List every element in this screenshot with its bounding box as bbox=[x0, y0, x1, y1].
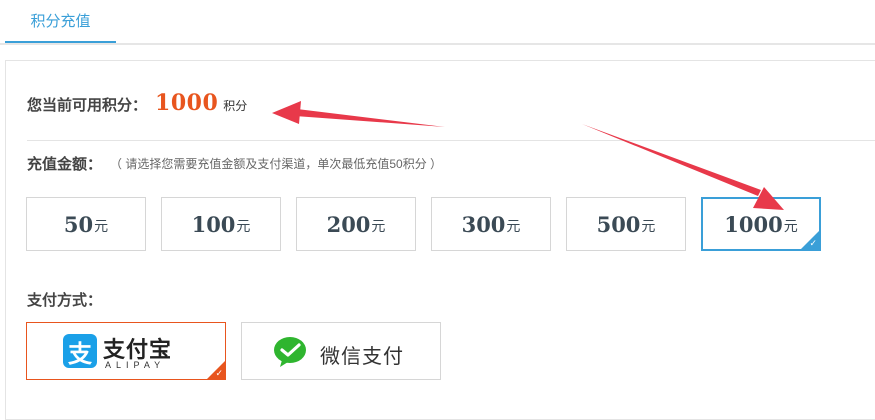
check-icon: ✓ bbox=[809, 238, 817, 248]
wechat-icon bbox=[274, 337, 306, 367]
amount-currency: 元 bbox=[641, 218, 656, 234]
recharge-amount-header: 充值金额： （ 请选择您需要充值金额及支付渠道，单次最低充值50积分 ） bbox=[27, 153, 442, 174]
amount-currency: 元 bbox=[371, 218, 386, 234]
check-icon: ✓ bbox=[215, 368, 223, 378]
payment-option-wechat[interactable]: 微信支付 bbox=[241, 322, 441, 380]
amount-option-100[interactable]: 100 元 bbox=[161, 197, 281, 251]
alipay-subtitle: ALIPAY bbox=[105, 360, 166, 370]
amount-number: 50 bbox=[63, 211, 94, 237]
amount-number: 200 bbox=[326, 211, 371, 237]
tab-bar: 积分充值 bbox=[0, 0, 875, 45]
amount-option-50[interactable]: 50 元 bbox=[26, 197, 146, 251]
amount-number: 500 bbox=[596, 211, 641, 237]
amount-option-200[interactable]: 200 元 bbox=[296, 197, 416, 251]
amount-number: 100 bbox=[191, 211, 236, 237]
amount-number: 300 bbox=[461, 211, 506, 237]
amount-option-1000[interactable]: 1000 元 ✓ bbox=[701, 197, 821, 251]
payment-option-alipay[interactable]: 支 支付宝 ALIPAY ✓ bbox=[26, 322, 226, 380]
current-points: 您当前可用积分： 1000 积分 bbox=[27, 90, 247, 120]
amount-option-500[interactable]: 500 元 bbox=[566, 197, 686, 251]
wechat-title: 微信支付 bbox=[320, 346, 404, 368]
amount-currency: 元 bbox=[94, 218, 109, 234]
amount-currency: 元 bbox=[236, 218, 251, 234]
payment-method-label: 支付方式： bbox=[27, 292, 103, 309]
amount-option-300[interactable]: 300 元 bbox=[431, 197, 551, 251]
points-unit: 积分 bbox=[223, 99, 248, 113]
amount-currency: 元 bbox=[783, 218, 798, 234]
alipay-icon: 支 bbox=[63, 334, 97, 368]
tab-points-recharge[interactable]: 积分充值 bbox=[5, 0, 116, 43]
divider bbox=[27, 140, 875, 141]
amount-number: 1000 bbox=[724, 211, 783, 237]
points-value: 1000 bbox=[155, 90, 219, 116]
points-label: 您当前可用积分： bbox=[27, 97, 148, 114]
amount-currency: 元 bbox=[506, 218, 521, 234]
recharge-amount-hint: （ 请选择您需要充值金额及支付渠道，单次最低充值50积分 ） bbox=[110, 157, 443, 171]
recharge-amount-label: 充值金额： bbox=[27, 156, 103, 173]
